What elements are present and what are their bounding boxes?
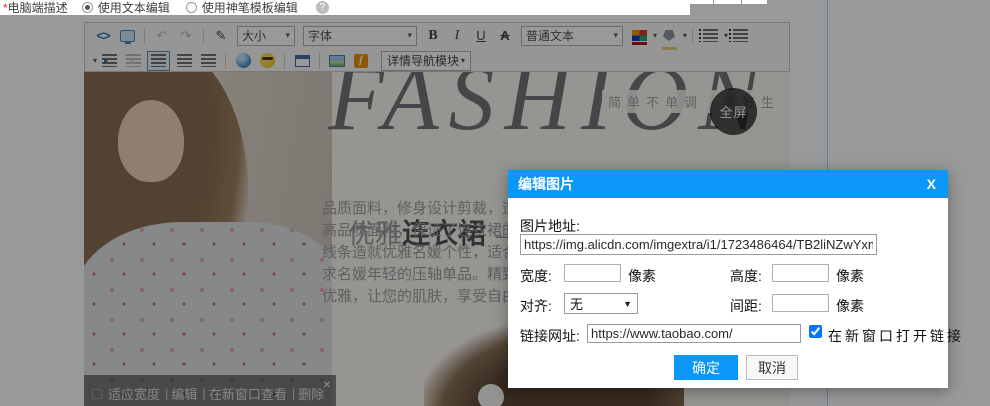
radio-unselected-icon[interactable] — [186, 2, 197, 13]
page-option-bar: * 电脑端描述 使用文本编辑 使用神笔模板编辑 ? — [0, 0, 690, 15]
link-url-input[interactable] — [587, 324, 801, 343]
radio-text-edit[interactable]: 使用文本编辑 — [82, 0, 170, 16]
edit-image-dialog: 编辑图片 X 图片地址: 宽度: 像素 高度: 像素 对齐: 无 ▼ 间距: 像… — [508, 170, 948, 388]
gap-input[interactable] — [772, 294, 829, 312]
height-px-suffix: 像素 — [836, 266, 864, 286]
open-new-window-label: 在新窗口打开链接 — [828, 326, 964, 346]
ok-button[interactable]: 确定 — [674, 355, 738, 380]
dialog-title: 编辑图片 — [518, 170, 574, 198]
height-input[interactable] — [772, 264, 829, 282]
align-select[interactable]: 无 ▼ — [564, 293, 638, 314]
top-table-fragment — [690, 0, 767, 4]
image-url-label: 图片地址: — [520, 216, 580, 236]
radio-selected-icon[interactable] — [82, 2, 93, 13]
radio-text-edit-label: 使用文本编辑 — [98, 0, 170, 16]
height-label: 高度: — [730, 266, 762, 286]
gap-label: 间距: — [730, 296, 762, 316]
select-caret-icon: ▼ — [623, 299, 632, 309]
radio-shenbi-edit[interactable]: 使用神笔模板编辑 — [186, 0, 298, 16]
link-url-label: 链接网址: — [520, 326, 580, 346]
align-select-value: 无 — [570, 294, 583, 313]
width-label: 宽度: — [520, 266, 552, 286]
gap-px-suffix: 像素 — [836, 296, 864, 316]
width-input[interactable] — [564, 264, 621, 282]
dialog-close-button[interactable]: X — [927, 170, 936, 198]
dialog-header: 编辑图片 X — [508, 170, 948, 198]
open-new-window-checkbox[interactable] — [809, 325, 822, 338]
align-label: 对齐: — [520, 296, 552, 316]
image-url-input[interactable] — [520, 234, 877, 255]
radio-shenbi-edit-label: 使用神笔模板编辑 — [202, 0, 298, 16]
width-px-suffix: 像素 — [628, 266, 656, 286]
cancel-button[interactable]: 取消 — [746, 355, 798, 380]
page: <> ↶ ↷ ✎ 大小 ▾ 字体 ▾ B I U A 普通文本 ▾ — [0, 0, 990, 406]
pc-description-label: 电脑端描述 — [8, 0, 68, 16]
help-icon[interactable]: ? — [316, 1, 329, 14]
